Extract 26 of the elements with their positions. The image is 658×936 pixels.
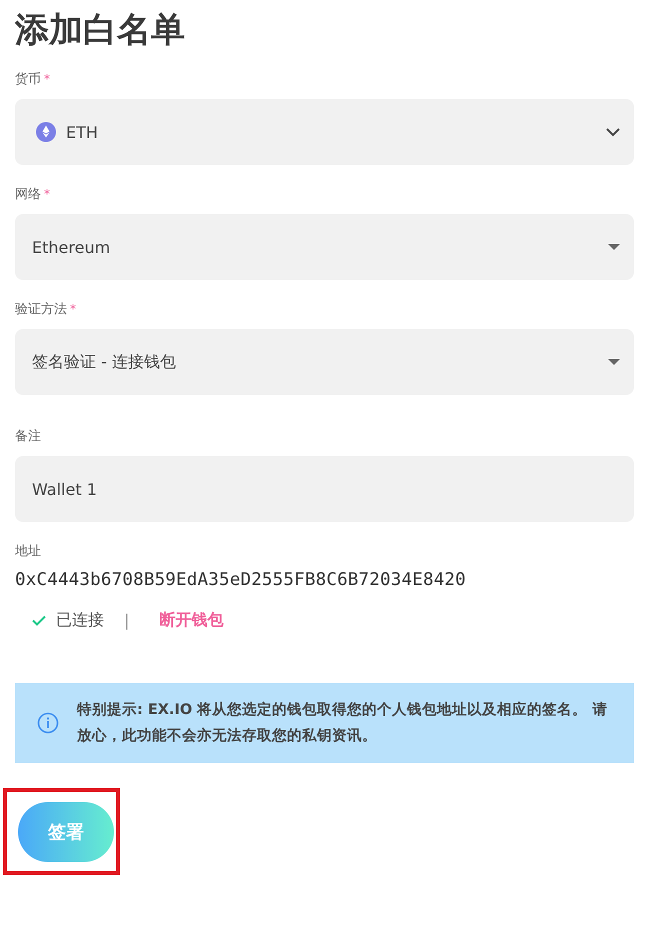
chevron-down-icon[interactable]: [606, 128, 620, 136]
connection-status: 已连接: [56, 610, 104, 631]
separator: |: [124, 611, 130, 630]
field-value: Wallet 1: [32, 480, 98, 498]
field-label: 网络: [15, 187, 41, 203]
field-value: ETH: [66, 122, 99, 142]
required-mark: *: [44, 187, 50, 201]
field-label: 货币: [15, 72, 41, 88]
field-value: 签名验证 - 连接钱包: [32, 352, 177, 372]
select-field[interactable]: ETH: [15, 99, 634, 165]
required-mark: *: [44, 72, 50, 86]
select-field[interactable]: Ethereum: [15, 214, 634, 280]
dropdown-caret-icon[interactable]: [608, 359, 620, 365]
info-icon: [37, 712, 59, 734]
page-title: 添加白名单: [15, 9, 186, 52]
select-field[interactable]: 签名验证 - 连接钱包: [15, 329, 634, 395]
notice-text: 特别提示: EX.IO 将从您选定的钱包取得您的个人钱包地址以及相应的签名。 请放心，此功能不会亦无法存取您的私钥资讯。: [77, 700, 608, 746]
wallet-address: 0xC4443b6708B59EdA35eD2555FB8C6B72034E8420: [15, 570, 466, 590]
ether-coin-icon: [36, 122, 56, 142]
field-value: Ethereum: [32, 238, 112, 256]
field-label: 地址: [15, 544, 41, 560]
field-label: 验证方法: [15, 302, 67, 318]
input-field[interactable]: Wallet 1: [15, 456, 634, 522]
field-label: 备注: [15, 429, 41, 445]
dropdown-caret-icon[interactable]: [608, 244, 620, 250]
required-mark: *: [70, 302, 76, 316]
